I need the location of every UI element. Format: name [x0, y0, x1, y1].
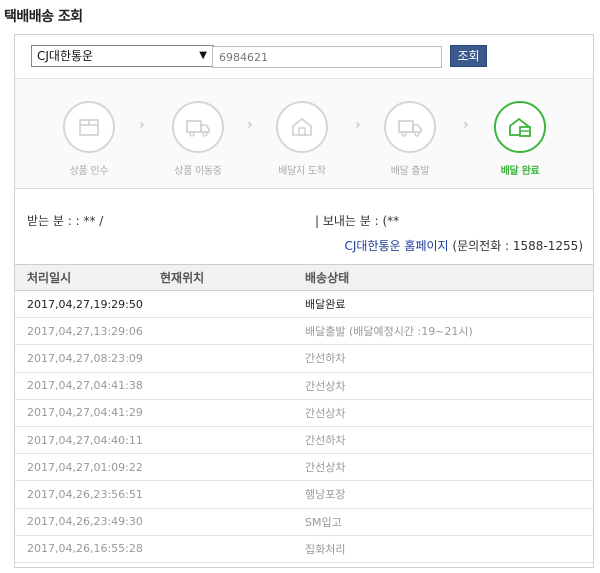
- step-label: 상품 이동중: [174, 166, 222, 177]
- table-row: 2017,04,27,04:41:38 간선상차: [15, 372, 593, 400]
- tracking-number-input[interactable]: [212, 46, 442, 68]
- step-pickup: 상품 인수: [54, 101, 124, 177]
- row-date: 2017,04,27,19:29:50: [15, 290, 160, 319]
- row-location: [160, 290, 305, 319]
- step-arrived: 배달지 도착: [267, 101, 337, 177]
- row-date: 2017,04,27,04:40:11: [15, 426, 160, 455]
- row-status: SM입고: [305, 508, 593, 536]
- chevron-right-icon: ›: [247, 117, 253, 133]
- delivery-truck-icon: [384, 101, 436, 153]
- row-location: [160, 344, 305, 373]
- table-row: 2017,04,27,04:40:11 간선하차: [15, 426, 593, 455]
- carrier-contact: CJ대한통운 홈페이지 (문의전화 : 1588-1255): [345, 237, 583, 254]
- row-location: [160, 480, 305, 509]
- tracking-table: 처리일시 현재위치 배송상태 2017,04,27,19:29:50 배달완료 …: [15, 264, 593, 563]
- step-label: 상품 인수: [69, 166, 109, 177]
- row-location: [160, 453, 305, 482]
- header-status: 배송상태: [305, 264, 593, 291]
- chevron-right-icon: ›: [463, 117, 469, 133]
- carrier-select-value: CJ대한통운: [37, 49, 94, 63]
- row-status: 집화처리: [305, 535, 593, 563]
- row-location: [160, 535, 305, 563]
- step-label: 배달 출발: [390, 166, 430, 177]
- row-status: 간선상차: [305, 399, 593, 427]
- row-location: [160, 317, 305, 346]
- table-row: 2017,04,27,13:29:06 배달출발 (배달예정시간 :19~21시…: [15, 317, 593, 346]
- step-label: 배달지 도착: [278, 166, 326, 177]
- dropdown-arrow-icon: ▼: [199, 50, 207, 61]
- table-row: 2017,04,26,23:49:30 SM입고: [15, 508, 593, 536]
- step-delivered: 배달 완료: [485, 101, 555, 177]
- row-date: 2017,04,27,04:41:38: [15, 372, 160, 400]
- step-out-for-delivery: 배달 출발: [375, 101, 445, 177]
- row-status: 배달완료: [305, 290, 593, 319]
- table-row: 2017,04,27,19:29:50 배달완료: [15, 290, 593, 319]
- step-label: 배달 완료: [500, 166, 540, 177]
- row-location: [160, 426, 305, 455]
- step-in-transit: 상품 이동중: [163, 101, 233, 177]
- receiver-info: 받는 분 : : ** /: [27, 214, 104, 228]
- delivery-progress: 상품 인수 › 상품 이동중 › 배달지 도착 › 배달 출발 › 배달 완료: [15, 79, 593, 189]
- search-button[interactable]: 조회: [450, 45, 487, 67]
- table-row: 2017,04,26,16:55:28 집화처리: [15, 535, 593, 563]
- carrier-homepage-link[interactable]: CJ대한통운 홈페이지: [345, 239, 449, 253]
- row-date: 2017,04,26,16:55:28: [15, 535, 160, 563]
- box-icon: [63, 101, 115, 153]
- chevron-right-icon: ›: [355, 117, 361, 133]
- row-date: 2017,04,26,23:49:30: [15, 508, 160, 536]
- row-location: [160, 372, 305, 400]
- sender-info: | 보내는 분 : (**: [315, 214, 400, 228]
- page-title: 택배배송 조회: [4, 9, 83, 25]
- shipment-info: 받는 분 : : ** / | 보내는 분 : (** CJ대한통운 홈페이지 …: [15, 190, 593, 260]
- house-package-icon: [494, 101, 546, 153]
- house-icon: [276, 101, 328, 153]
- row-status: 간선하차: [305, 344, 593, 373]
- row-date: 2017,04,26,23:56:51: [15, 480, 160, 509]
- carrier-select[interactable]: CJ대한통운 ▼: [31, 45, 214, 67]
- row-status: 간선하차: [305, 426, 593, 455]
- table-row: 2017,04,27,08:23:09 간선하차: [15, 344, 593, 373]
- tracking-panel: CJ대한통운 ▼ 조회 상품 인수 › 상품 이동중 › 배달지 도착 ›: [14, 34, 594, 568]
- table-header-row: 처리일시 현재위치 배송상태: [15, 264, 593, 291]
- row-date: 2017,04,27,13:29:06: [15, 317, 160, 346]
- header-date: 처리일시: [15, 264, 160, 291]
- row-status: 행낭포장: [305, 480, 593, 509]
- truck-icon: [172, 101, 224, 153]
- row-status: 배달출발 (배달예정시간 :19~21시): [305, 317, 593, 346]
- search-bar: CJ대한통운 ▼ 조회: [15, 35, 593, 79]
- table-row: 2017,04,26,23:56:51 행낭포장: [15, 480, 593, 509]
- row-status: 간선상차: [305, 453, 593, 482]
- chevron-right-icon: ›: [139, 117, 145, 133]
- row-location: [160, 399, 305, 427]
- row-date: 2017,04,27,08:23:09: [15, 344, 160, 373]
- row-location: [160, 508, 305, 536]
- table-row: 2017,04,27,01:09:22 간선상차: [15, 453, 593, 482]
- row-date: 2017,04,27,04:41:29: [15, 399, 160, 427]
- row-date: 2017,04,27,01:09:22: [15, 453, 160, 482]
- contact-phone: (문의전화 : 1588-1255): [448, 239, 583, 253]
- header-location: 현재위치: [160, 264, 305, 291]
- row-status: 간선상차: [305, 372, 593, 400]
- tracking-history: 처리일시 현재위치 배송상태 2017,04,27,19:29:50 배달완료 …: [15, 264, 593, 563]
- table-row: 2017,04,27,04:41:29 간선상차: [15, 399, 593, 427]
